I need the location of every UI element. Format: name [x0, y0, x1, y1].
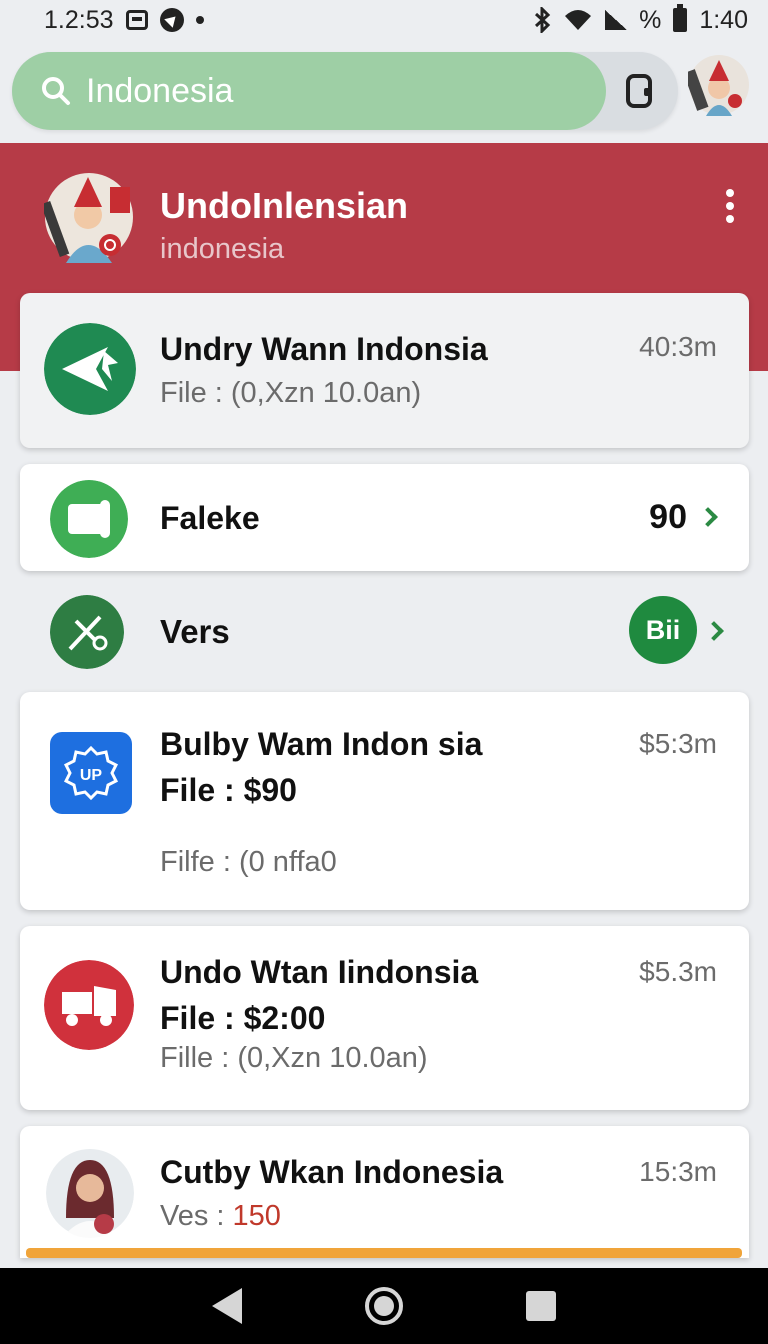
battery-icon	[673, 4, 688, 32]
chevron-right-icon	[704, 621, 724, 641]
search-row: Indonesia	[12, 50, 756, 132]
channel-title: UndoInlensian	[160, 185, 409, 226]
list-item-detail: Ves : 150	[160, 1200, 281, 1233]
battery-text: %	[639, 5, 662, 34]
list-item-detail: Filfe : (0 nffa0	[160, 846, 337, 878]
list-item-detail: Fille : (0,Xzn 10.0an)	[160, 1042, 428, 1074]
navigation-icon	[159, 8, 184, 32]
dot-icon	[195, 16, 204, 24]
list-item-time: 15:3m	[639, 1156, 717, 1187]
badge-label: Bii	[645, 614, 681, 645]
bluetooth-icon	[535, 7, 551, 33]
paper-plane-icon	[44, 323, 136, 415]
home-icon[interactable]	[364, 1287, 403, 1325]
status-left: 1.2:53	[44, 6, 204, 35]
list-item-price: File : $90	[160, 772, 297, 808]
truck-icon	[44, 960, 134, 1050]
list-item-title: Cutby Wkan Indonesia	[160, 1154, 504, 1190]
list-item[interactable]: Undo Wtan Iindonsia $5.3m File : $2:00 F…	[20, 926, 749, 1110]
up-badge-icon: UP	[50, 732, 132, 814]
recent-apps-icon[interactable]	[526, 1291, 557, 1321]
person-avatar	[46, 1149, 134, 1238]
screen: 1.2:53 % 1:40 Indonesia UndoInlensian in…	[0, 0, 768, 1344]
system-nav-bar	[0, 1268, 768, 1344]
wifi-icon	[565, 10, 592, 30]
search-input[interactable]: Indonesia	[12, 52, 606, 130]
loading-progress-bar	[26, 1248, 742, 1258]
list-item-detail: File : (0,Xzn 10.0an)	[160, 377, 422, 409]
list-item[interactable]: Vers Bii	[20, 591, 749, 675]
chevron-right-icon	[698, 507, 718, 527]
search-query-text: Indonesia	[86, 71, 234, 110]
list-item-title: Undry Wann Indonsia	[160, 331, 488, 367]
status-bar: 1.2:53 % 1:40	[0, 0, 768, 40]
list-item-time: 40:3m	[639, 331, 717, 362]
list-item-title: Bulby Wam Indon sia	[160, 726, 483, 762]
copy-icon[interactable]	[626, 74, 652, 108]
list-item-price: File : $2:00	[160, 1000, 326, 1036]
tools-icon	[50, 595, 124, 669]
detail-value: 150	[232, 1200, 281, 1232]
notification-icon	[125, 10, 148, 30]
status-right: % 1:40	[533, 4, 748, 35]
list-item-value: 90	[649, 498, 687, 536]
signal-icon	[605, 10, 628, 30]
scroll-icon	[50, 480, 128, 558]
back-icon[interactable]	[211, 1288, 242, 1324]
more-vert-icon[interactable]	[726, 189, 736, 223]
search-icon	[42, 77, 70, 105]
list-item-time: $5:3m	[639, 728, 717, 759]
list-item-time: $5.3m	[639, 956, 717, 987]
list-item-badge: Bii	[629, 596, 697, 664]
detail-label: Ves :	[160, 1200, 233, 1232]
profile-avatar[interactable]	[688, 54, 750, 116]
status-time-right: 1:40	[699, 5, 748, 34]
channel-subtitle: indonesia	[160, 233, 285, 265]
list-item-title: Faleke	[160, 500, 260, 536]
list-item-title: Undo Wtan Iindonsia	[160, 954, 479, 990]
svg-text:UP: UP	[80, 767, 103, 784]
list-item[interactable]: UP Bulby Wam Indon sia $5:3m File : $90 …	[20, 692, 749, 910]
search-bar[interactable]: Indonesia	[12, 52, 678, 130]
list-item[interactable]: Faleke 90	[20, 464, 749, 571]
list-item-title: Vers	[160, 613, 230, 650]
list-item[interactable]: Undry Wann Indonsia 40:3m File : (0,Xzn …	[20, 293, 749, 448]
channel-avatar[interactable]	[44, 171, 134, 263]
status-time-left: 1.2:53	[44, 5, 114, 34]
list-item[interactable]: Cutby Wkan Indonesia 15:3m Ves : 150	[20, 1126, 749, 1258]
